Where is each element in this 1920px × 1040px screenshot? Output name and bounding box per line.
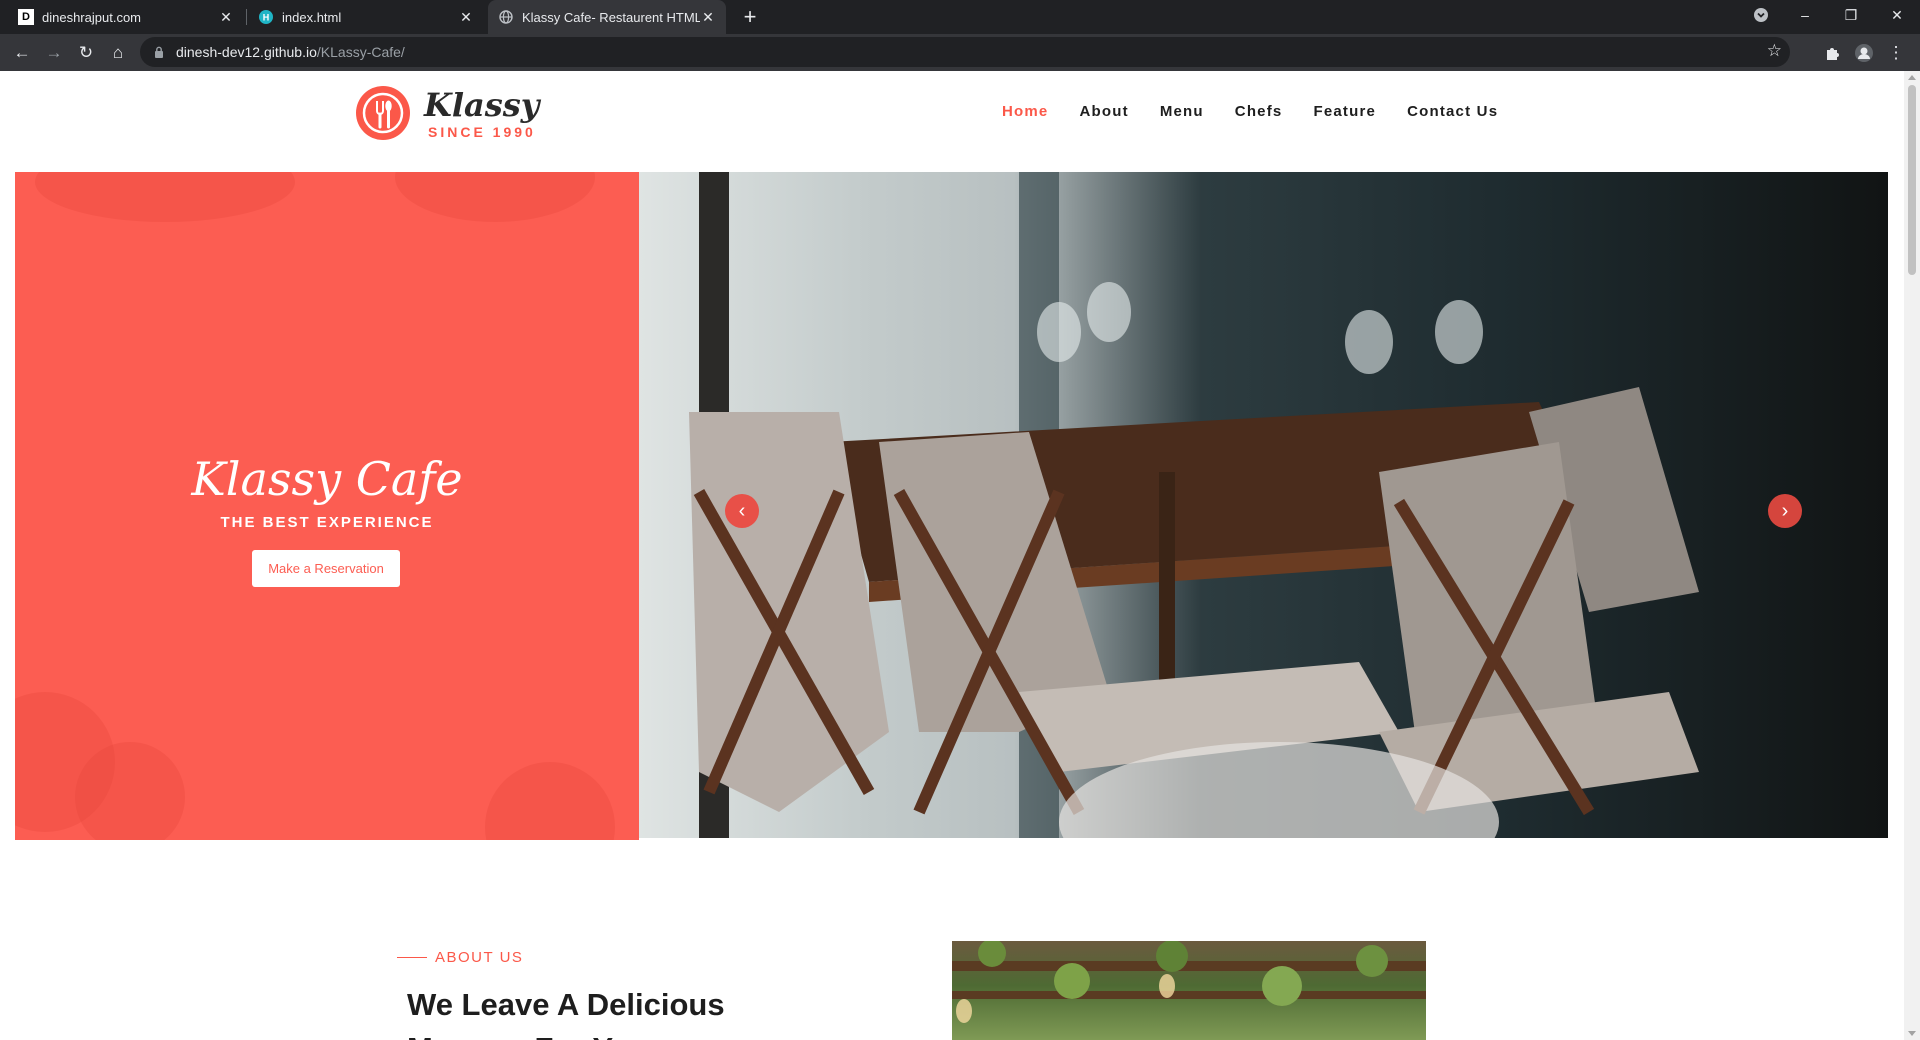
nav-about[interactable]: About — [1079, 103, 1128, 120]
scroll-up-icon[interactable] — [1908, 75, 1916, 80]
nav-home[interactable]: Home — [1002, 103, 1048, 120]
about-heading: We Leave A Delicious — [407, 987, 725, 1022]
about-kicker-text: ABOUT US — [435, 949, 524, 966]
reload-icon[interactable]: ↻ — [72, 39, 100, 67]
browser-menu-icon[interactable]: ⋮ — [1882, 39, 1910, 67]
tab-klassy-cafe[interactable]: Klassy Cafe- Restaurent HTML Te ✕ — [488, 0, 726, 34]
hero-image-slider: ‹ › — [639, 172, 1888, 838]
tab-title: dineshrajput.com — [42, 9, 141, 25]
minimize-icon[interactable]: – — [1782, 0, 1828, 30]
url-path: /KLassy-Cafe/ — [316, 44, 405, 60]
tab-separator — [246, 9, 247, 25]
about-kicker: ABOUT US — [397, 949, 523, 966]
url-host: dinesh-dev12.github.io — [176, 44, 317, 60]
site-logo[interactable]: Klassy SINCE 1990 — [356, 86, 540, 146]
tab-dineshrajput[interactable]: D dineshrajput.com ✕ — [8, 0, 244, 34]
hero-subtitle: THE BEST EXPERIENCE — [220, 514, 434, 531]
decorative-leaves — [35, 172, 295, 222]
profile-avatar-icon[interactable] — [1850, 39, 1878, 67]
slider-prev-arrow-icon[interactable]: ‹ — [725, 494, 759, 528]
extensions-puzzle-icon[interactable] — [1818, 39, 1846, 67]
kicker-line — [397, 957, 427, 958]
decorative-leaves — [395, 172, 595, 222]
profile-dropdown-icon[interactable] — [1738, 0, 1784, 30]
page-viewport: Klassy SINCE 1990 Home About Menu Chefs … — [0, 71, 1904, 1040]
logo-plate-icon — [356, 86, 410, 140]
slider-next-arrow-icon[interactable]: › — [1768, 494, 1802, 528]
close-tab-icon[interactable]: ✕ — [218, 9, 234, 25]
address-bar[interactable]: dinesh-dev12.github.io/KLassy-Cafe/ ☆ — [140, 37, 1790, 67]
svg-text:H: H — [263, 13, 270, 23]
forward-arrow-icon[interactable]: → — [40, 39, 68, 67]
scroll-down-icon[interactable] — [1908, 1031, 1916, 1036]
nav-menu[interactable]: Menu — [1160, 103, 1204, 120]
logo-wordmark: Klassy — [424, 86, 540, 124]
close-tab-icon[interactable]: ✕ — [458, 9, 474, 25]
html-favicon-icon: H — [258, 9, 274, 25]
back-arrow-icon[interactable]: ← — [8, 39, 36, 67]
decorative-tomato — [75, 742, 185, 840]
about-heading-line2: Memory For You — [407, 1031, 649, 1040]
tab-title: Klassy Cafe- Restaurent HTML Te — [522, 9, 700, 25]
scrollbar-thumb[interactable] — [1908, 85, 1916, 275]
home-icon[interactable]: ⌂ — [104, 39, 132, 67]
restore-icon[interactable]: ❐ — [1828, 0, 1874, 30]
new-tab-button[interactable]: + — [737, 4, 763, 30]
hero-title: Klassy Cafe — [191, 452, 463, 506]
tab-index-html[interactable]: H index.html ✕ — [248, 0, 484, 34]
close-window-icon[interactable]: ✕ — [1874, 0, 1920, 30]
main-navigation: Home About Menu Chefs Feature Contact Us — [1002, 103, 1498, 120]
d-favicon-icon: D — [18, 9, 34, 25]
restaurant-table-photo — [689, 172, 1699, 838]
decorative-tomato — [485, 762, 615, 840]
hero-caption-panel: Klassy Cafe THE BEST EXPERIENCE Make a R… — [15, 172, 639, 840]
bookmark-star-icon[interactable]: ☆ — [1767, 41, 1782, 61]
make-reservation-button[interactable]: Make a Reservation — [252, 550, 400, 587]
nav-chefs[interactable]: Chefs — [1235, 103, 1283, 120]
lock-icon — [152, 46, 166, 58]
tab-title: index.html — [282, 9, 342, 25]
garden-restaurant-photo — [952, 941, 1426, 1023]
about-photo — [952, 941, 1426, 1040]
close-tab-icon[interactable]: ✕ — [700, 9, 716, 25]
browser-toolbar: ← → ↻ ⌂ dinesh-dev12.github.io/KLassy-Ca… — [0, 34, 1920, 71]
page-scrollbar[interactable] — [1904, 71, 1920, 1040]
nav-feature[interactable]: Feature — [1313, 103, 1376, 120]
browser-tab-strip: D dineshrajput.com ✕ H index.html ✕ Klas… — [0, 0, 1920, 34]
nav-contact-us[interactable]: Contact Us — [1407, 103, 1498, 120]
globe-favicon-icon — [498, 9, 514, 25]
logo-tagline: SINCE 1990 — [428, 124, 536, 140]
